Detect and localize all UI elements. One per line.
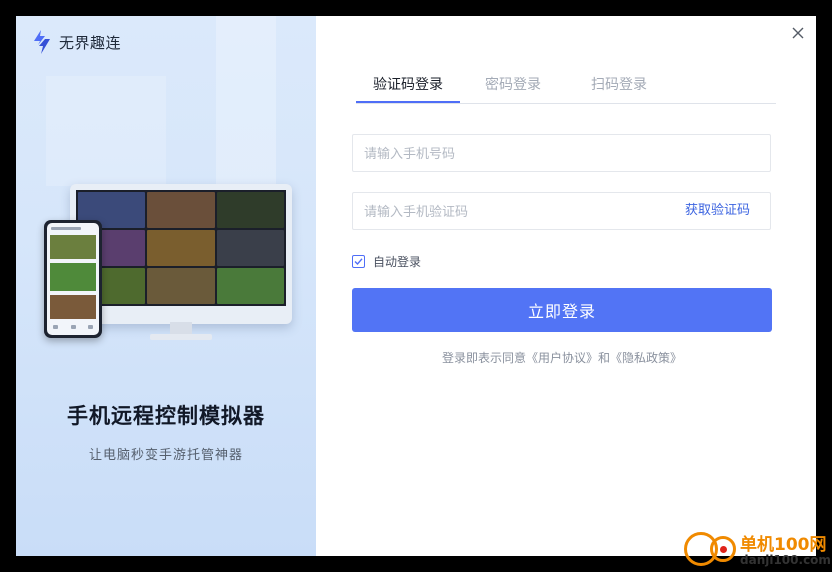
- agreement-prefix: 登录即表示同意: [441, 351, 526, 365]
- close-icon: [792, 27, 804, 39]
- brand-name: 无界趣连: [59, 33, 122, 52]
- phone-illustration: [44, 220, 102, 338]
- login-tabs: 验证码登录 密码登录 扫码登录: [356, 72, 776, 104]
- promo-subtitle: 让电脑秒变手游托管神器: [88, 448, 243, 463]
- get-code-button[interactable]: 获取验证码: [685, 193, 750, 229]
- game-screen-tile: [147, 230, 215, 266]
- login-window: 无界趣连 手机远程控制模拟器 让电脑秒变手游托管神器 验证码登录 密码登录 扫码…: [16, 16, 816, 556]
- monitor-base: [150, 334, 212, 340]
- checkmark-icon: [354, 257, 363, 265]
- verification-code-input[interactable]: [362, 193, 666, 231]
- watermark-logo-dot: [720, 546, 727, 553]
- privacy-policy-link[interactable]: 《隐私政策》: [610, 351, 682, 365]
- code-field: 获取验证码: [352, 192, 771, 231]
- auto-login-label: 自动登录: [373, 254, 422, 269]
- tab-qr-login[interactable]: 扫码登录: [572, 72, 666, 103]
- phone-status-bar: [51, 227, 81, 230]
- login-button[interactable]: 立即登录: [352, 288, 772, 332]
- site-watermark: 单机100网 danji100.com: [680, 528, 832, 572]
- phone-input[interactable]: [362, 135, 666, 173]
- promo-title: 手机远程控制模拟器: [67, 404, 265, 428]
- game-screen-tile: [216, 192, 284, 228]
- auto-login-toggle[interactable]: 自动登录: [352, 253, 421, 269]
- tab-sms-login[interactable]: 验证码登录: [356, 72, 460, 103]
- agreement-and: 和: [598, 351, 611, 365]
- auto-login-checkbox[interactable]: [352, 254, 365, 268]
- monitor-screen: [76, 190, 286, 306]
- watermark-domain: danji100.com: [740, 553, 831, 567]
- agreement-text: 登录即表示同意《用户协议》和《隐私政策》: [352, 349, 772, 366]
- close-button[interactable]: [790, 25, 806, 41]
- monitor-illustration: [70, 184, 292, 340]
- game-screen-tile: [147, 268, 215, 304]
- phone-field: [352, 134, 771, 173]
- game-screen-tile: [216, 230, 284, 266]
- phone-screen: [47, 223, 99, 335]
- phone-game-thumb: [50, 235, 96, 259]
- game-screen-tile: [216, 268, 284, 304]
- background-light-pane: [216, 16, 276, 186]
- tab-password-login[interactable]: 密码登录: [466, 72, 560, 103]
- user-agreement-link[interactable]: 《用户协议》: [526, 351, 598, 365]
- watermark-site-name: 单机100网: [740, 535, 827, 555]
- active-tab-indicator: [356, 101, 460, 103]
- game-screen-tile: [147, 192, 215, 228]
- phone-game-thumb: [50, 263, 96, 291]
- phone-nav-bar: [53, 325, 93, 329]
- brand: 无界趣连: [32, 29, 121, 55]
- brand-logo-icon: [34, 30, 50, 54]
- background-light-pane: [46, 76, 166, 186]
- promo-panel: 无界趣连 手机远程控制模拟器 让电脑秒变手游托管神器: [16, 16, 316, 556]
- phone-game-thumb: [50, 295, 96, 319]
